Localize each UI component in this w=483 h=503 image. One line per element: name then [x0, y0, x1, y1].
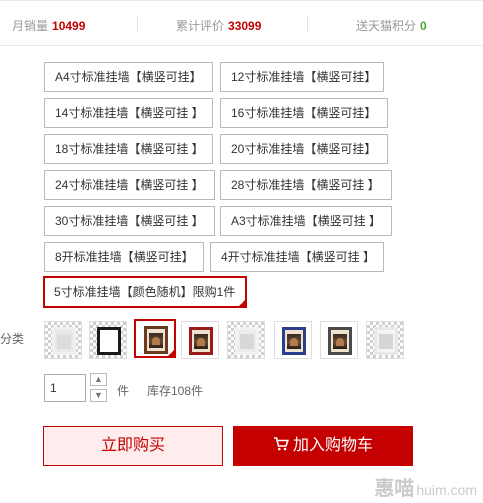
- size-option-a3[interactable]: A3寸标准挂墙【横竖可挂 】: [220, 206, 392, 236]
- site-watermark: 惠喵 huim.com: [374, 478, 477, 500]
- size-option-4k[interactable]: 4开寸标准挂墙【横竖可挂 】: [210, 242, 384, 272]
- picture-frame-icon: [97, 327, 121, 355]
- size-option-14[interactable]: 14寸标准挂墙【横竖可挂 】: [44, 98, 213, 128]
- add-to-cart-button[interactable]: 加入购物车: [233, 426, 413, 466]
- stock-count: 库存108件: [147, 384, 204, 398]
- size-option-a4[interactable]: A4寸标准挂墙【横竖可挂】: [44, 62, 213, 92]
- picture-frame-icon: [235, 327, 259, 355]
- size-option-16[interactable]: 16寸标准挂墙【横竖可挂】: [220, 98, 388, 128]
- color-thumbnail-5[interactable]: [227, 321, 265, 359]
- quantity-decrease-button[interactable]: ▼: [90, 389, 107, 402]
- size-option-20[interactable]: 20寸标准挂墙【横竖可挂】: [220, 134, 388, 164]
- total-reviews-value: 33099: [228, 19, 262, 33]
- selected-check-icon: [166, 348, 174, 356]
- sales-stats-bar: 月销量 10499 累计评价 33099 送天猫积分 0: [0, 0, 483, 46]
- arrow-up-icon: ▲: [94, 374, 103, 384]
- monthly-sales-value: 10499: [52, 19, 86, 33]
- stats-divider: [307, 16, 308, 33]
- picture-frame-icon: [282, 327, 306, 355]
- size-option-18[interactable]: 18寸标准挂墙【横竖可挂 】: [44, 134, 213, 164]
- picture-frame-icon: [328, 327, 352, 355]
- arrow-down-icon: ▼: [94, 390, 103, 400]
- picture-frame-icon: [144, 326, 168, 354]
- picture-frame-icon: [52, 327, 76, 355]
- quantity-input[interactable]: 1: [44, 374, 86, 402]
- buy-now-button[interactable]: 立即购买: [43, 426, 223, 466]
- color-category-label: 分类: [0, 332, 25, 346]
- quantity-unit: 件: [117, 384, 130, 398]
- size-option-5-selected[interactable]: 5寸标准挂墙【颜色随机】限购1件: [43, 276, 247, 308]
- shopping-cart-icon: [273, 437, 289, 451]
- tmall-points: 送天猫积分 0: [356, 17, 427, 34]
- tmall-points-value: 0: [420, 19, 427, 33]
- selected-check-icon: [237, 298, 247, 308]
- quantity-increase-button[interactable]: ▲: [90, 373, 107, 386]
- color-thumbnail-1[interactable]: [44, 321, 82, 359]
- size-option-12[interactable]: 12寸标准挂墙【横竖可挂】: [220, 62, 384, 92]
- color-thumbnail-3-selected[interactable]: [134, 319, 176, 358]
- color-thumbnail-4[interactable]: [181, 321, 219, 359]
- size-option-24[interactable]: 24寸标准挂墙【横竖可挂 】: [44, 170, 215, 200]
- color-thumbnail-8[interactable]: [366, 321, 404, 359]
- total-reviews[interactable]: 累计评价 33099: [176, 17, 261, 34]
- size-option-30[interactable]: 30寸标准挂墙【横竖可挂 】: [44, 206, 215, 236]
- color-thumbnail-7[interactable]: [320, 321, 358, 359]
- picture-frame-icon: [189, 327, 213, 355]
- color-thumbnail-2[interactable]: [89, 321, 127, 359]
- stats-divider: [137, 16, 138, 33]
- picture-frame-icon: [374, 327, 398, 355]
- size-option-28[interactable]: 28寸标准挂墙【横竖可挂 】: [220, 170, 392, 200]
- total-reviews-label: 累计评价: [176, 19, 225, 33]
- monthly-sales-label: 月销量: [12, 19, 49, 33]
- size-option-8k[interactable]: 8开标准挂墙【横竖可挂】: [44, 242, 204, 272]
- tmall-points-label: 送天猫积分: [356, 19, 417, 33]
- color-thumbnail-6[interactable]: [274, 321, 312, 359]
- monthly-sales: 月销量 10499: [12, 17, 85, 34]
